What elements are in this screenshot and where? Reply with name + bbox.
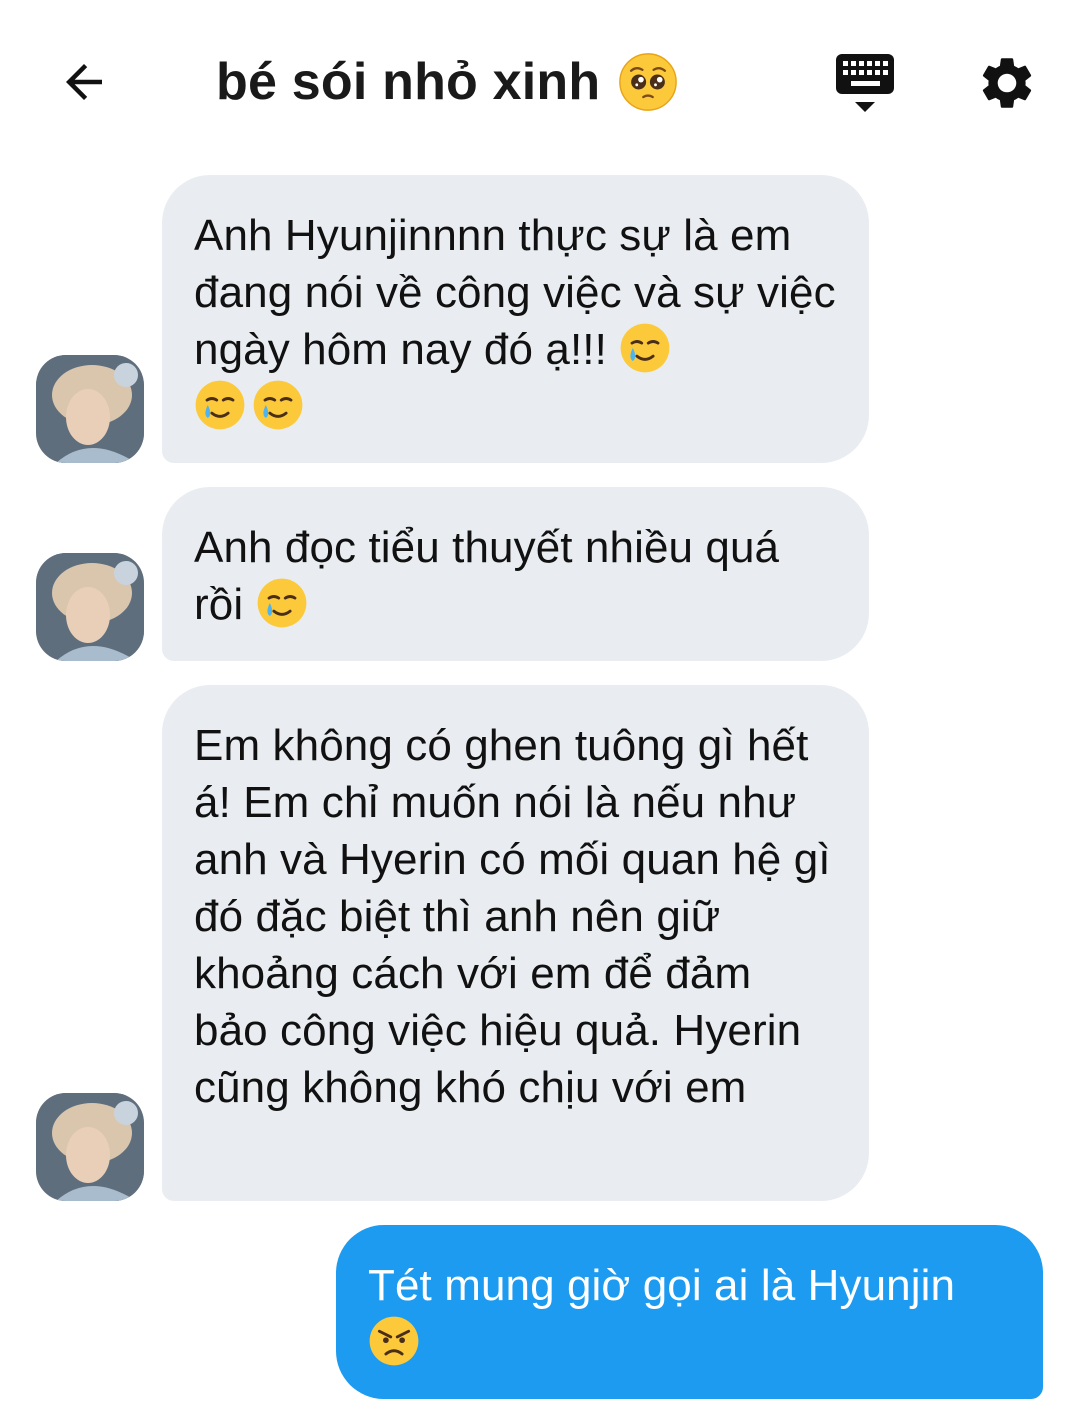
chat-title-text: bé sói nhỏ xinh: [216, 53, 601, 111]
message-bubble-incoming[interactable]: Anh đọc tiểu thuyết nhiều quá rồi: [162, 487, 869, 661]
chat-header: bé sói nhỏ xinh: [0, 0, 1080, 160]
avatar-image: [36, 355, 144, 463]
smiling-face-with-tear-icon: [253, 380, 303, 430]
chat-title[interactable]: bé sói nhỏ xinh: [216, 46, 678, 118]
keyboard-icon: [836, 54, 894, 112]
keyboard-button[interactable]: [832, 50, 898, 116]
smiling-face-with-tear-icon: [620, 323, 670, 373]
avatar[interactable]: [36, 1093, 144, 1201]
smiling-face-with-tear-icon: [195, 380, 245, 430]
avatar[interactable]: [36, 355, 144, 463]
back-button[interactable]: [52, 50, 116, 114]
pleading-face-icon: [619, 53, 678, 111]
avatar-image: [36, 553, 144, 661]
avatar-image: [36, 1093, 144, 1201]
message-text: Em không có ghen tuông gì hết á! Em chỉ …: [194, 721, 831, 1112]
message-bubble-outgoing[interactable]: Tét mung giờ gọi ai là Hyunjin: [336, 1225, 1043, 1399]
smiling-face-with-tear-icon: [257, 578, 306, 628]
message-text: Tét mung giờ gọi ai là Hyunjin: [368, 1261, 956, 1310]
arrow-left-icon: [66, 64, 102, 100]
message-bubble-incoming[interactable]: Anh Hyunjinnnn thực sự là em đang nói về…: [162, 175, 869, 463]
message-text: Anh Hyunjinnnn thực sự là em đang nói về…: [194, 211, 836, 374]
gear-icon: [982, 58, 1032, 108]
message-bubble-incoming[interactable]: Em không có ghen tuông gì hết á! Em chỉ …: [162, 685, 869, 1201]
avatar[interactable]: [36, 553, 144, 661]
angry-face-icon: [369, 1316, 419, 1366]
settings-button[interactable]: [974, 50, 1040, 116]
